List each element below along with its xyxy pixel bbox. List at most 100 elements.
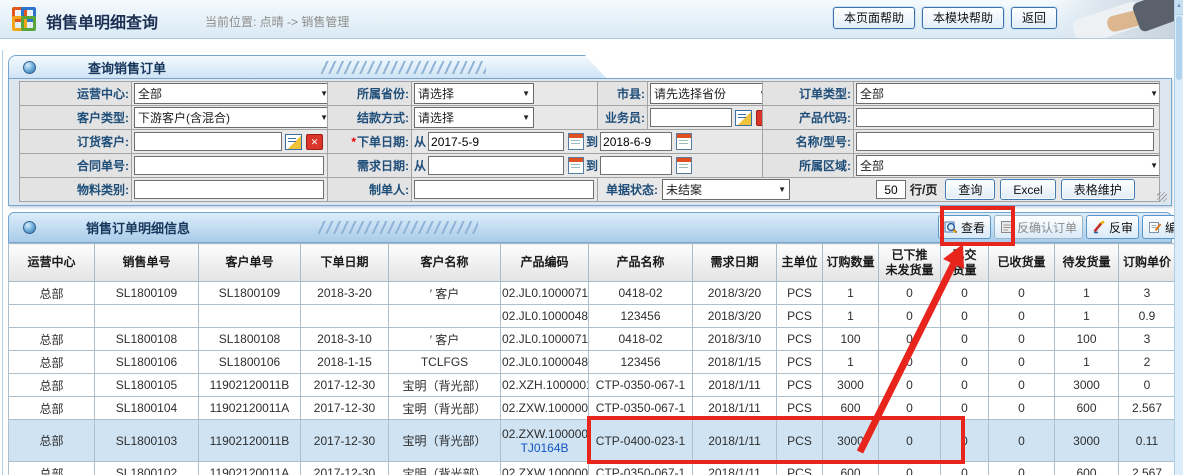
name-model-input[interactable] [856,132,1154,151]
region-select[interactable]: 全部▼ [856,155,1160,176]
material-type-input[interactable] [134,180,324,199]
table-cell: CTP-0350-067-1 [589,397,693,420]
province-select[interactable]: 请选择▼ [414,83,534,104]
to-label: 到 [586,157,598,174]
order-date-to-input[interactable] [600,132,672,151]
vertical-scrollbar[interactable] [1174,0,1183,475]
search-button[interactable]: 查询 [945,179,995,200]
table-cell: ′ 客户 [389,282,501,305]
table-cell: SL1800109 [199,282,301,305]
table-cell [199,305,301,328]
table-row[interactable]: 总部SL1800106SL18001062018-1-15TCLFGS02.JL… [9,351,1176,374]
table-cell: 0 [879,420,941,462]
table-row[interactable]: 02.JL0.10000481234562018/3/20PCS100010.9 [9,305,1176,328]
table-cell: 1 [823,305,879,328]
orders-table: 运营中心销售单号客户单号下单日期客户名称产品编码产品名称需求日期主单位订购数量已… [8,243,1176,475]
city-select[interactable]: 请先选择省份▼ [650,83,763,104]
table-row[interactable]: 总部SL180010311902120011B2017-12-30宝明（背光部）… [9,420,1176,462]
table-cell: 0 [989,462,1055,475]
table-cell: 02.JL0.1000071 [501,328,589,351]
resize-grip[interactable] [1157,192,1167,202]
excel-button[interactable]: Excel [1000,179,1055,200]
column-header[interactable]: 已收货量 [989,244,1055,282]
table-cell: 1 [823,351,879,374]
table-cell [389,305,501,328]
operation-center-select[interactable]: 全部▼ [134,83,328,104]
calendar-icon[interactable] [568,133,584,150]
table-row[interactable]: 总部SL180010211902120011A2017-12-30宝明（背光部）… [9,462,1176,475]
column-header[interactable]: 客户单号 [199,244,301,282]
table-cell: 0 [879,351,941,374]
page-size-unit: 行/页 [910,181,937,198]
product-code-input[interactable] [856,108,1154,127]
column-header[interactable]: 产品名称 [589,244,693,282]
table-row[interactable]: 总部SL180010511902120011B2017-12-30宝明（背光部）… [9,374,1176,397]
back-button[interactable]: 返回 [1011,7,1057,29]
order-date-from-input[interactable] [428,132,564,151]
contract-no-input[interactable] [134,156,324,175]
page-help-button[interactable]: 本页面帮助 [833,7,915,29]
doc-status-select[interactable]: 未结案▼ [662,179,790,200]
customer-type-select[interactable]: 下游客户(含混合)▼ [134,107,328,128]
calendar-icon[interactable] [676,157,692,174]
column-header[interactable]: 销售单号 [95,244,199,282]
query-section: 查询销售订单 运营中心: 全部▼ 所属省份: 请选择▼ 市县: 请先选择省份▼ … [8,55,1172,206]
order-customer-input[interactable] [134,132,282,151]
column-header[interactable]: 订购单价 [1119,244,1176,282]
table-cell: 总部 [9,351,95,374]
chevron-down-icon: ▼ [1150,89,1158,98]
table-cell: SL1800103 [95,420,199,462]
table-cell: CTP-0400-023-1 [589,420,693,462]
column-header[interactable]: 已下推未发货量 [879,244,941,282]
table-cell: PCS [777,351,823,374]
column-header[interactable]: 已交货量 [941,244,989,282]
settlement-select[interactable]: 请选择▼ [414,107,534,128]
edit-icon [1148,220,1162,234]
calendar-icon[interactable] [676,133,692,150]
unconfirm-order-button[interactable]: 反确认订单 [994,215,1083,239]
clear-icon[interactable] [756,110,763,126]
unaudit-button[interactable]: 反审 [1086,215,1139,239]
table-cell: 0 [989,397,1055,420]
scrollbar-thumb[interactable] [1176,16,1182,80]
table-cell: 2.567 [1119,397,1176,420]
scroll-up-arrow[interactable] [1175,0,1183,15]
demand-date-to-input[interactable] [600,156,672,175]
doc-maker-input[interactable] [414,180,594,199]
table-maintain-button[interactable]: 表格维护 [1061,179,1135,200]
column-header[interactable]: 产品编码 [501,244,589,282]
material-type-label: 物料类别: [20,178,132,202]
table-cell: 3000 [823,374,879,397]
table-row[interactable]: 总部SL180010411902120011A2017-12-30宝明（背光部）… [9,397,1176,420]
table-cell: 02.ZXW.1000001 [501,397,589,420]
from-label: 从 [414,133,426,150]
table-cell: 0418-02 [589,282,693,305]
column-header[interactable]: 客户名称 [389,244,501,282]
column-header[interactable]: 下单日期 [301,244,389,282]
table-cell: 600 [1055,462,1119,475]
column-header[interactable]: 需求日期 [693,244,777,282]
column-header[interactable]: 运营中心 [9,244,95,282]
table-cell: 2018-3-10 [301,328,389,351]
calendar-icon[interactable] [568,157,584,174]
chevron-down-icon: ▼ [522,89,530,98]
table-row[interactable]: 总部SL1800109SL18001092018-3-20′ 客户02.JL0.… [9,282,1176,305]
table-cell: 0 [941,282,989,305]
column-header[interactable]: 订购数量 [823,244,879,282]
picker-icon[interactable] [735,110,752,126]
demand-date-from-input[interactable] [428,156,564,175]
view-button[interactable]: 查看 [938,215,991,239]
to-label: 到 [586,133,598,150]
salesman-input[interactable] [650,108,732,127]
picker-icon[interactable] [285,134,302,150]
table-cell: 宝明（背光部） [389,374,501,397]
product-code-link[interactable]: TJ0164B [502,441,587,455]
module-help-button[interactable]: 本模块帮助 [922,7,1004,29]
clear-icon[interactable] [306,134,323,150]
column-header[interactable]: 主单位 [777,244,823,282]
page-size-input[interactable] [876,180,906,199]
table-row[interactable]: 总部SL1800108SL18001082018-3-10′ 客户02.JL0.… [9,328,1176,351]
order-type-select[interactable]: 全部▼ [856,83,1160,104]
table-cell: 3000 [1055,374,1119,397]
column-header[interactable]: 待发货量 [1055,244,1119,282]
